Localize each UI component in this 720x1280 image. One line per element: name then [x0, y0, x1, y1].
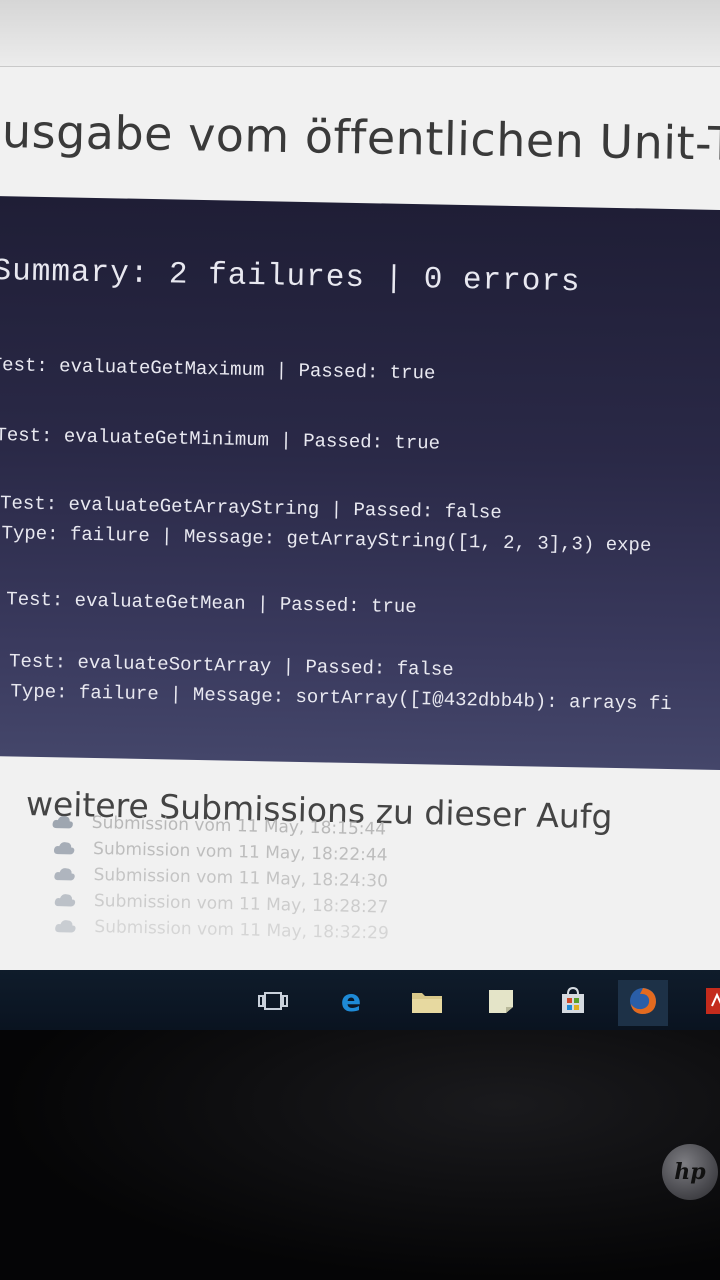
store-button[interactable] — [548, 980, 598, 1026]
test-line: Test: evaluateGetMinimum | Passed: true — [0, 424, 441, 455]
test-summary: Summary: 2 failures | 0 errors — [0, 253, 581, 301]
svg-text:e: e — [341, 985, 361, 1017]
hp-logo: hp — [662, 1144, 718, 1200]
test-output-console: Summary: 2 failures | 0 errors Test: eva… — [0, 196, 720, 771]
edge-button[interactable]: e — [326, 980, 376, 1026]
submission-link[interactable]: Submission vom 11 May, 18:32:29 — [54, 916, 389, 944]
notes-icon — [486, 987, 516, 1019]
submission-link[interactable]: Submission vom 11 May, 18:28:27 — [54, 890, 389, 918]
file-explorer-icon — [410, 987, 444, 1019]
cloud-icon — [54, 919, 76, 933]
cloud-icon — [52, 815, 74, 829]
submission-label: Submission vom 11 May, 18:24:30 — [93, 864, 389, 892]
test-line: Test: evaluateSortArray | Passed: false — [8, 650, 454, 681]
svg-text:hp: hp — [674, 1159, 706, 1185]
windows-taskbar: e — [0, 970, 720, 1030]
failure-message: Type: failure | Message: sortArray([I@43… — [10, 680, 672, 716]
pdf-icon — [703, 986, 720, 1020]
submission-label: Submission vom 11 May, 18:22:44 — [92, 838, 388, 866]
task-view-button[interactable] — [248, 980, 298, 1026]
test-line: Test: evaluateGetMean | Passed: true — [6, 588, 417, 619]
cloud-icon — [53, 841, 75, 855]
task-view-icon — [258, 990, 288, 1016]
sticky-notes-button[interactable] — [476, 980, 526, 1026]
failure-message: Type: failure | Message: getArrayString(… — [1, 522, 652, 557]
screen: usgabe vom öffentlichen Unit-T Summary: … — [0, 0, 720, 1030]
page-heading: usgabe vom öffentlichen Unit-T — [1, 104, 720, 171]
submission-link[interactable]: Submission vom 11 May, 18:24:30 — [53, 864, 388, 892]
file-explorer-button[interactable] — [402, 980, 452, 1026]
submission-label: Submission vom 11 May, 18:28:27 — [93, 890, 389, 918]
firefox-icon — [627, 985, 659, 1021]
edge-icon: e — [335, 984, 367, 1021]
firefox-button[interactable] — [618, 980, 668, 1026]
store-icon — [558, 986, 588, 1020]
pdf-button[interactable] — [692, 980, 720, 1026]
cloud-icon — [54, 893, 76, 907]
cloud-icon — [53, 867, 75, 881]
submission-label: Submission vom 11 May, 18:32:29 — [94, 916, 389, 944]
monitor-bezel — [0, 1030, 720, 1280]
test-line: Test: evaluateGetArrayString | Passed: f… — [0, 492, 502, 524]
test-line: Test: evaluateGetMaximum | Passed: true — [0, 353, 436, 385]
submission-link[interactable]: Submission vom 11 May, 18:22:44 — [53, 838, 388, 866]
browser-top-strip — [0, 0, 720, 67]
